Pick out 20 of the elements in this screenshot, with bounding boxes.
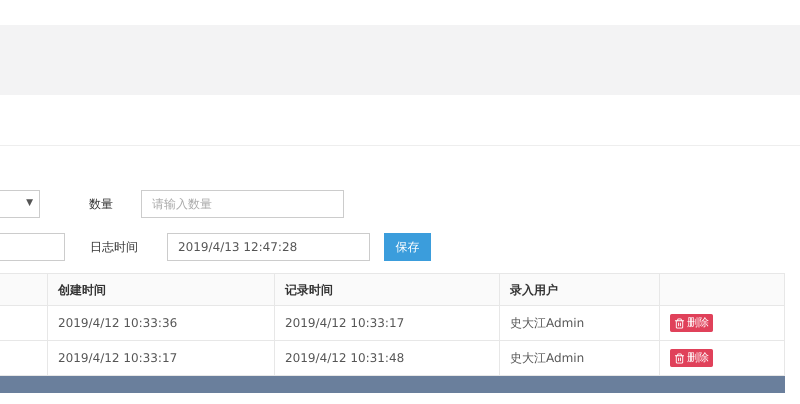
table-cell-text: 史大江Admin xyxy=(510,315,584,332)
table-cell-text: 2019/4/12 10:31:48 xyxy=(285,350,404,367)
column-header: 记录时间 xyxy=(285,282,333,298)
log-time-label: 日志时间 xyxy=(90,239,139,256)
table-cell-text: 2019/4/12 10:33:17 xyxy=(58,350,178,367)
select-field[interactable]: ▼ xyxy=(0,190,40,218)
delete-button[interactable]: 删除 xyxy=(670,349,713,367)
table-cell-text: 2019/4/12 10:33:17 xyxy=(285,315,404,332)
save-button[interactable]: 保存 xyxy=(384,233,431,261)
column-header: 录入用户 xyxy=(510,282,558,298)
text-field[interactable] xyxy=(0,233,65,261)
table-cell-text: 2019/4/12 10:33:36 xyxy=(58,315,178,332)
log-time-field[interactable]: 2019/4/13 12:47:28 xyxy=(167,233,370,261)
trash-icon xyxy=(674,318,685,328)
column-header: 创建时间 xyxy=(58,282,106,298)
delete-button[interactable]: 删除 xyxy=(670,314,713,332)
table-cell-text: 史大江Admin xyxy=(510,350,584,367)
trash-icon xyxy=(674,352,685,364)
quantity-label: 数量 xyxy=(89,196,114,213)
quantity-field[interactable]: 请输入数量 xyxy=(141,190,344,218)
